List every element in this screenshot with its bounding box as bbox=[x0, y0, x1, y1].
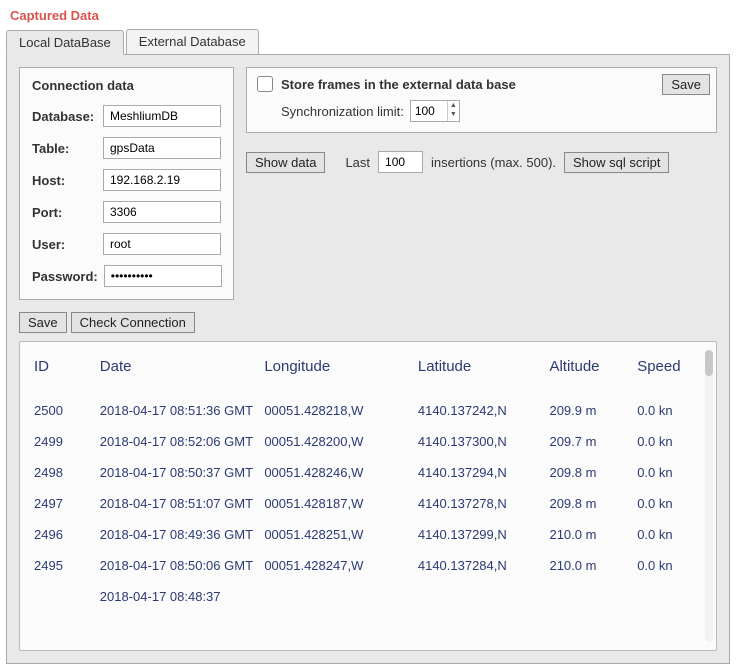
label-host: Host: bbox=[32, 173, 97, 188]
table-row: 24952018-04-17 08:50:06 GMT00051.428247,… bbox=[30, 550, 710, 581]
spinner-down-icon[interactable]: ▼ bbox=[448, 110, 459, 119]
col-header-longitude: Longitude bbox=[260, 352, 414, 395]
check-connection-button[interactable]: Check Connection bbox=[71, 312, 195, 333]
cell-id: 2495 bbox=[30, 550, 96, 581]
label-port: Port: bbox=[32, 205, 97, 220]
cell-alt bbox=[545, 581, 633, 612]
data-table-wrap: ID Date Longitude Latitude Altitude Spee… bbox=[19, 341, 717, 651]
cell-date: 2018-04-17 08:50:37 GMT bbox=[96, 457, 261, 488]
table-row: 24992018-04-17 08:52:06 GMT00051.428200,… bbox=[30, 426, 710, 457]
table-row: 24972018-04-17 08:51:07 GMT00051.428187,… bbox=[30, 488, 710, 519]
sync-limit-label: Synchronization limit: bbox=[281, 104, 404, 119]
cell-id: 2500 bbox=[30, 395, 96, 426]
cell-id: 2496 bbox=[30, 519, 96, 550]
tab-strip: Local DataBase External Database bbox=[6, 29, 730, 55]
cell-spd: 0.0 kn bbox=[633, 395, 710, 426]
cell-lat: 4140.137242,N bbox=[414, 395, 546, 426]
cell-date: 2018-04-17 08:52:06 GMT bbox=[96, 426, 261, 457]
cell-lon: 00051.428218,W bbox=[260, 395, 414, 426]
input-password[interactable] bbox=[104, 265, 222, 287]
data-table: ID Date Longitude Latitude Altitude Spee… bbox=[30, 352, 710, 612]
col-header-latitude: Latitude bbox=[414, 352, 546, 395]
cell-spd: 0.0 kn bbox=[633, 426, 710, 457]
table-scrollthumb[interactable] bbox=[705, 350, 713, 376]
cell-lat: 4140.137300,N bbox=[414, 426, 546, 457]
cell-lon: 00051.428247,W bbox=[260, 550, 414, 581]
cell-lon bbox=[260, 581, 414, 612]
cell-date: 2018-04-17 08:48:37 bbox=[96, 581, 261, 612]
table-row: 25002018-04-17 08:51:36 GMT00051.428218,… bbox=[30, 395, 710, 426]
cell-alt: 209.7 m bbox=[545, 426, 633, 457]
cell-alt: 210.0 m bbox=[545, 519, 633, 550]
cell-spd: 0.0 kn bbox=[633, 519, 710, 550]
store-frames-box: Save Store frames in the external data b… bbox=[246, 67, 717, 133]
cell-date: 2018-04-17 08:50:06 GMT bbox=[96, 550, 261, 581]
label-user: User: bbox=[32, 237, 97, 252]
table-row: 2018-04-17 08:48:37 bbox=[30, 581, 710, 612]
cell-lon: 00051.428200,W bbox=[260, 426, 414, 457]
cell-lat: 4140.137294,N bbox=[414, 457, 546, 488]
show-sql-button[interactable]: Show sql script bbox=[564, 152, 669, 173]
cell-spd: 0.0 kn bbox=[633, 550, 710, 581]
cell-alt: 209.8 m bbox=[545, 457, 633, 488]
col-header-speed: Speed bbox=[633, 352, 710, 395]
cell-lat: 4140.137299,N bbox=[414, 519, 546, 550]
last-label: Last bbox=[345, 155, 370, 170]
cell-date: 2018-04-17 08:51:07 GMT bbox=[96, 488, 261, 519]
label-table: Table: bbox=[32, 141, 97, 156]
input-database[interactable] bbox=[103, 105, 221, 127]
connection-data-box: Connection data Database: Table: Host: P… bbox=[19, 67, 234, 300]
cell-lat bbox=[414, 581, 546, 612]
cell-date: 2018-04-17 08:49:36 GMT bbox=[96, 519, 261, 550]
save-button[interactable]: Save bbox=[19, 312, 67, 333]
last-count-input[interactable] bbox=[378, 151, 423, 173]
cell-id bbox=[30, 581, 96, 612]
col-header-id: ID bbox=[30, 352, 96, 395]
col-header-altitude: Altitude bbox=[545, 352, 633, 395]
table-scrollbar[interactable] bbox=[705, 350, 713, 642]
table-row: 24982018-04-17 08:50:37 GMT00051.428246,… bbox=[30, 457, 710, 488]
cell-lat: 4140.137284,N bbox=[414, 550, 546, 581]
cell-alt: 210.0 m bbox=[545, 550, 633, 581]
col-header-date: Date bbox=[96, 352, 261, 395]
show-data-button[interactable]: Show data bbox=[246, 152, 325, 173]
cell-alt: 209.8 m bbox=[545, 488, 633, 519]
cell-lon: 00051.428251,W bbox=[260, 519, 414, 550]
cell-id: 2497 bbox=[30, 488, 96, 519]
spinner-up-icon[interactable]: ▲ bbox=[448, 101, 459, 110]
cell-lat: 4140.137278,N bbox=[414, 488, 546, 519]
table-row: 24962018-04-17 08:49:36 GMT00051.428251,… bbox=[30, 519, 710, 550]
cell-spd: 0.0 kn bbox=[633, 457, 710, 488]
label-database: Database: bbox=[32, 109, 97, 124]
store-frames-checkbox[interactable] bbox=[257, 76, 273, 92]
input-host[interactable] bbox=[103, 169, 221, 191]
panel-local-database: Connection data Database: Table: Host: P… bbox=[6, 55, 730, 664]
input-port[interactable] bbox=[103, 201, 221, 223]
input-table[interactable] bbox=[103, 137, 221, 159]
cell-id: 2499 bbox=[30, 426, 96, 457]
cell-lon: 00051.428187,W bbox=[260, 488, 414, 519]
connection-heading: Connection data bbox=[32, 78, 221, 93]
input-user[interactable] bbox=[103, 233, 221, 255]
cell-date: 2018-04-17 08:51:36 GMT bbox=[96, 395, 261, 426]
cell-spd: 0.0 kn bbox=[633, 488, 710, 519]
store-frames-label: Store frames in the external data base bbox=[281, 77, 516, 92]
cell-alt: 209.9 m bbox=[545, 395, 633, 426]
tab-external-database[interactable]: External Database bbox=[126, 29, 259, 54]
cell-lon: 00051.428246,W bbox=[260, 457, 414, 488]
insertions-label: insertions (max. 500). bbox=[431, 155, 556, 170]
sync-limit-spinner[interactable]: ▲ ▼ bbox=[410, 100, 460, 122]
sync-limit-input[interactable] bbox=[411, 101, 447, 121]
cell-id: 2498 bbox=[30, 457, 96, 488]
store-save-button[interactable]: Save bbox=[662, 74, 710, 95]
cell-spd bbox=[633, 581, 710, 612]
tab-local-database[interactable]: Local DataBase bbox=[6, 30, 124, 55]
label-password: Password: bbox=[32, 269, 98, 284]
page-title: Captured Data bbox=[0, 0, 736, 29]
